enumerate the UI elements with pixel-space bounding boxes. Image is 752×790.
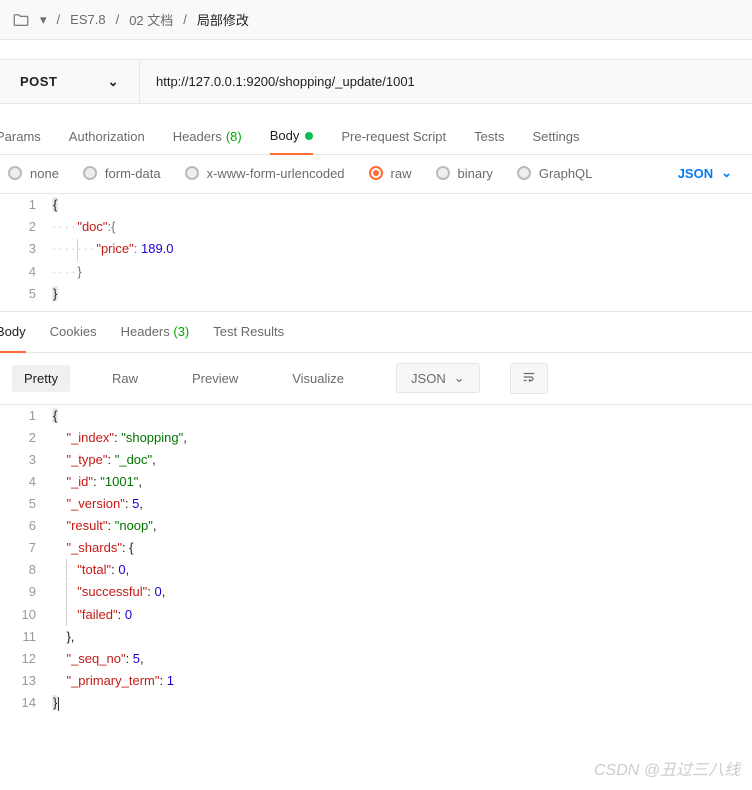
headers-count: (8)	[226, 129, 242, 144]
breadcrumb-item[interactable]: ES7.8	[70, 12, 105, 27]
body-lang-select[interactable]: JSON ⌄	[678, 165, 752, 181]
tab-resp-headers[interactable]: Headers (3)	[121, 312, 190, 351]
method-value: POST	[20, 74, 57, 89]
url-input[interactable]: http://127.0.0.1:9200/shopping/_update/1…	[140, 60, 752, 103]
response-editor[interactable]: 1{ 2 "_index": "shopping", 3 "_type": "_…	[0, 405, 752, 715]
breadcrumb-item-active: 局部修改	[197, 10, 249, 29]
body-editor[interactable]: 1{ 2····"doc":{ 3·······"price": 189.0 4…	[0, 194, 752, 305]
response-type-select[interactable]: JSON ⌄	[396, 363, 480, 393]
request-row: POST ⌄ http://127.0.0.1:9200/shopping/_u…	[0, 60, 752, 104]
view-visualize[interactable]: Visualize	[280, 365, 356, 392]
tab-resp-body[interactable]: Body	[0, 312, 26, 353]
request-tabs: Params Authorization Headers (8) Body Pr…	[0, 118, 752, 155]
dot-indicator-icon	[305, 132, 313, 140]
view-pretty[interactable]: Pretty	[12, 365, 70, 392]
radio-checked-icon	[369, 166, 383, 180]
radio-graphql[interactable]: GraphQL	[517, 166, 592, 181]
chevron-down-icon: ⌄	[108, 74, 119, 90]
tab-params[interactable]: Params	[0, 119, 41, 154]
tab-resp-results[interactable]: Test Results	[213, 312, 284, 351]
radio-xwww[interactable]: x-www-form-urlencoded	[185, 166, 345, 181]
tab-headers[interactable]: Headers (8)	[173, 119, 242, 154]
radio-binary[interactable]: binary	[436, 166, 493, 181]
radio-icon	[436, 166, 450, 180]
radio-icon	[83, 166, 97, 180]
view-preview[interactable]: Preview	[180, 365, 250, 392]
breadcrumb-item[interactable]: 02 文档	[129, 10, 173, 29]
chevron-down-icon: ⌄	[454, 370, 465, 386]
chevron-down-icon: ⌄	[721, 165, 732, 181]
tab-tests[interactable]: Tests	[474, 119, 504, 154]
watermark: CSDN @丑过三八线	[594, 756, 740, 780]
method-select[interactable]: POST ⌄	[0, 60, 140, 103]
chevron-down-icon[interactable]: ▾	[40, 12, 47, 28]
view-raw[interactable]: Raw	[100, 365, 150, 392]
radio-icon	[185, 166, 199, 180]
breadcrumb: ▾ / ES7.8 / 02 文档 / 局部修改	[0, 0, 752, 40]
tab-body[interactable]: Body	[270, 118, 314, 155]
radio-raw[interactable]: raw	[369, 166, 412, 181]
tab-settings[interactable]: Settings	[532, 119, 579, 154]
response-view-row: Pretty Raw Preview Visualize JSON ⌄	[0, 353, 752, 405]
radio-icon	[8, 166, 22, 180]
radio-none[interactable]: none	[8, 166, 59, 181]
response-tabs: Body Cookies Headers (3) Test Results	[0, 312, 752, 353]
radio-form-data[interactable]: form-data	[83, 166, 161, 181]
tab-resp-cookies[interactable]: Cookies	[50, 312, 97, 351]
breadcrumb-sep: /	[57, 12, 61, 27]
wrap-lines-icon[interactable]	[510, 363, 548, 394]
tab-prerequest[interactable]: Pre-request Script	[341, 119, 446, 154]
tab-authorization[interactable]: Authorization	[69, 119, 145, 154]
folder-icon	[12, 11, 30, 29]
radio-icon	[517, 166, 531, 180]
body-type-row: none form-data x-www-form-urlencoded raw…	[0, 155, 752, 194]
